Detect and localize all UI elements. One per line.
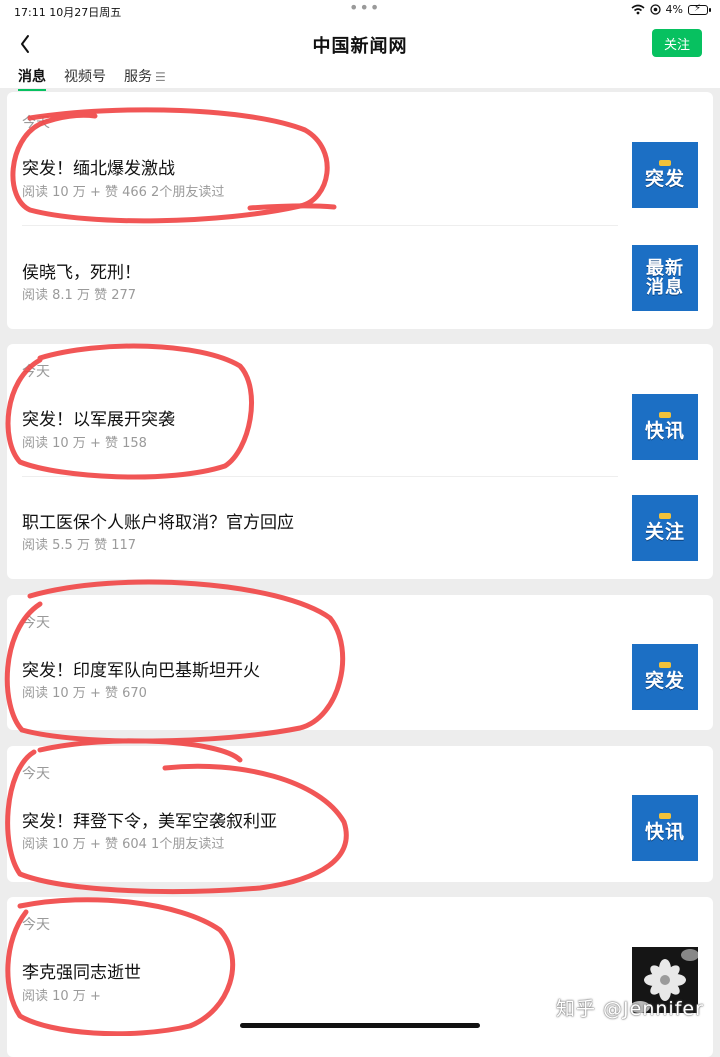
article-thumbnail[interactable]: 快讯 xyxy=(632,795,698,861)
home-indicator[interactable] xyxy=(240,1023,480,1028)
follow-button[interactable]: 关注 xyxy=(652,29,702,57)
watermark: 知乎 @Jennifer xyxy=(556,998,704,1020)
brand-logo-icon xyxy=(659,813,671,819)
article-thumbnail[interactable]: 快讯 xyxy=(632,394,698,460)
status-right: 4% ⚡ xyxy=(631,3,711,16)
divider xyxy=(22,476,618,477)
message-card: 今天 突发！印度军队向巴基斯坦开火 阅读 10 万 + 赞 670 突发 xyxy=(7,595,713,730)
battery-percent: 4% xyxy=(665,3,683,16)
page-title: 中国新闻网 xyxy=(312,36,408,57)
message-card: 今天 突发！拜登下令，美军空袭叙利亚 阅读 10 万 + 赞 604 1个朋友读… xyxy=(7,746,713,882)
tab-bar: 消息 视频号 服务 ☰ xyxy=(0,66,720,91)
card-date: 今天 xyxy=(22,917,50,933)
card-date: 今天 xyxy=(22,115,50,131)
status-bar: 17:11 10月27日周五 ••• 4% ⚡ xyxy=(0,0,720,22)
divider xyxy=(22,225,618,226)
message-card: 今天 李克强同志逝世 阅读 10 万 + xyxy=(7,897,713,1057)
article-meta: 阅读 10 万 + xyxy=(22,989,101,1004)
card-date: 今天 xyxy=(22,364,50,380)
wifi-icon xyxy=(631,4,645,15)
article-meta: 阅读 10 万 + 赞 604 1个朋友读过 xyxy=(22,837,225,852)
brand-logo-icon xyxy=(659,160,671,166)
article-meta: 阅读 8.1 万 赞 277 xyxy=(22,288,137,303)
article-meta: 阅读 10 万 + 赞 670 xyxy=(22,686,147,701)
tab-channels[interactable]: 视频号 xyxy=(64,66,106,86)
article-thumbnail[interactable]: 突发 xyxy=(632,644,698,710)
tab-messages[interactable]: 消息 xyxy=(18,66,46,91)
article-thumbnail[interactable]: 突发 xyxy=(632,142,698,208)
top-bar: 中国新闻网 关注 xyxy=(0,22,720,66)
card-date: 今天 xyxy=(22,766,50,782)
article-thumbnail[interactable]: 关注 xyxy=(632,495,698,561)
tab-services[interactable]: 服务 ☰ xyxy=(124,66,166,86)
multitask-dots-icon[interactable]: ••• xyxy=(349,0,380,17)
article-title[interactable]: 侯晓飞，死刑！ xyxy=(22,258,141,283)
article-title[interactable]: 突发！印度军队向巴基斯坦开火 xyxy=(22,656,260,681)
message-card: 今天 突发！缅北爆发激战 阅读 10 万 + 赞 466 2个朋友读过 突发 侯… xyxy=(7,92,713,329)
brand-logo-icon xyxy=(659,662,671,668)
brand-logo-icon xyxy=(659,412,671,418)
article-meta: 阅读 5.5 万 赞 117 xyxy=(22,538,137,553)
article-meta: 阅读 10 万 + 赞 466 2个朋友读过 xyxy=(22,185,225,200)
battery-icon: ⚡ xyxy=(688,3,711,15)
article-title[interactable]: 突发！以军展开突袭 xyxy=(22,405,175,430)
menu-icon: ☰ xyxy=(155,70,166,84)
article-title[interactable]: 李克强同志逝世 xyxy=(22,958,141,983)
article-thumbnail[interactable]: 最新消息 xyxy=(632,245,698,311)
article-title[interactable]: 突发！拜登下令，美军空袭叙利亚 xyxy=(22,807,277,832)
article-meta: 阅读 10 万 + 赞 158 xyxy=(22,436,147,451)
status-time: 17:11 10月27日周五 xyxy=(14,6,122,19)
article-title[interactable]: 职工医保个人账户将取消？官方回应 xyxy=(22,508,294,533)
article-title[interactable]: 突发！缅北爆发激战 xyxy=(22,154,175,179)
brand-logo-icon xyxy=(659,513,671,519)
location-icon xyxy=(649,4,661,15)
message-card: 今天 突发！以军展开突袭 阅读 10 万 + 赞 158 快讯 职工医保个人账户… xyxy=(7,344,713,579)
card-date: 今天 xyxy=(22,615,50,631)
